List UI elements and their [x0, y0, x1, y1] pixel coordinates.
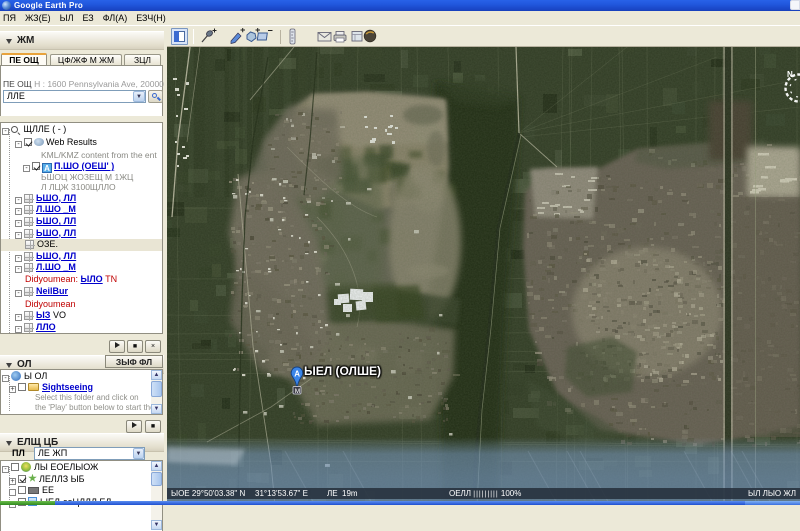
svg-text:N: N — [787, 70, 793, 79]
svg-text:M: M — [295, 388, 300, 395]
svg-text:A: A — [294, 369, 300, 378]
